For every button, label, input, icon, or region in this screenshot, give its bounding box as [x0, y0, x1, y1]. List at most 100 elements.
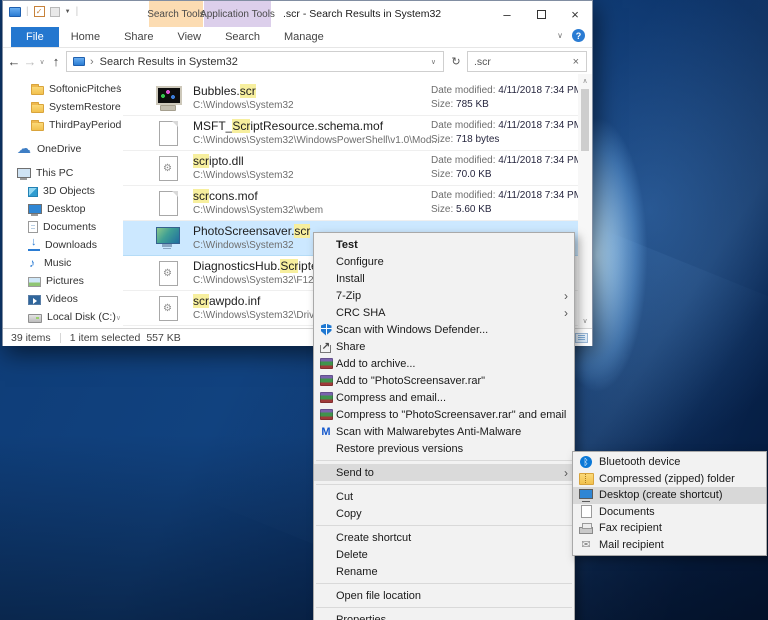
sidebar-item-softonicpitches[interactable]: SoftonicPitches: [3, 80, 123, 98]
sidebar-item-thirdpayperiod[interactable]: ThirdPayPeriod: [3, 116, 123, 134]
maximize-button[interactable]: [524, 1, 558, 27]
tab-home[interactable]: Home: [59, 27, 112, 47]
folder-icon: [31, 122, 44, 131]
scroll-up-icon[interactable]: ∧: [578, 77, 592, 85]
file-row-scripto-dll[interactable]: scripto.dllC:\Windows\System32Date modif…: [123, 151, 578, 186]
file-row-bubbles-scr[interactable]: Bubbles.scrC:\Windows\System32Date modif…: [123, 81, 578, 116]
menu-item-scan-with-malwarebytes-anti-malware[interactable]: Scan with Malwarebytes Anti-Malware: [314, 423, 574, 440]
recent-locations-icon[interactable]: ∨: [37, 49, 47, 74]
tab-view[interactable]: View: [165, 27, 213, 47]
menu-separator: [316, 525, 572, 526]
sendto-item-documents[interactable]: Documents: [573, 504, 766, 521]
doc-icon: [155, 190, 181, 217]
sidebar-item-local-disk-c[interactable]: Local Disk (C:): [3, 308, 123, 326]
sidebar-item-desktop[interactable]: Desktop: [3, 200, 123, 218]
new-folder-quick-icon[interactable]: [50, 7, 60, 17]
file-row-scrcons-mof[interactable]: scrcons.mofC:\Windows\System32\wbemDate …: [123, 186, 578, 221]
expand-ribbon-icon[interactable]: ∨: [557, 31, 563, 40]
sidebar-item-label: This PC: [36, 167, 73, 179]
window-controls: – ×: [490, 1, 592, 27]
menu-item-delete[interactable]: Delete: [314, 546, 574, 563]
minimize-button[interactable]: –: [490, 1, 524, 27]
menu-item-send-to[interactable]: Send to›: [314, 464, 574, 481]
help-icon[interactable]: ?: [572, 29, 585, 42]
menu-icon-spacer: [316, 489, 336, 504]
clear-search-icon[interactable]: ×: [573, 56, 586, 68]
address-bar[interactable]: › Search Results in System32 ∨: [66, 51, 444, 72]
customize-toolbar-caret-icon[interactable]: ▼: [65, 9, 71, 15]
menu-item-test[interactable]: Test: [314, 236, 574, 253]
sidebar-item-documents[interactable]: Documents: [3, 218, 123, 236]
photo-screensaver-icon: [155, 225, 181, 252]
location-icon: [73, 57, 85, 66]
menu-item-7-zip[interactable]: 7-Zip›: [314, 287, 574, 304]
sidebar-item-downloads[interactable]: Downloads: [3, 236, 123, 254]
scroll-down-icon[interactable]: ∨: [578, 317, 592, 325]
tab-share[interactable]: Share: [112, 27, 165, 47]
sendto-item-mail-recipient[interactable]: Mail recipient: [573, 537, 766, 554]
up-button[interactable]: ↑: [48, 49, 64, 74]
menu-item-rename[interactable]: Rename: [314, 563, 574, 580]
bluetooth-icon: [576, 455, 596, 470]
menu-item-compress-to-photoscreensaver-rar-and-email[interactable]: Compress to "PhotoScreensaver.rar" and e…: [314, 406, 574, 423]
size-label: Size:: [431, 169, 456, 180]
maximize-icon: [537, 10, 546, 19]
forward-button[interactable]: →: [23, 49, 37, 74]
menu-item-create-shortcut[interactable]: Create shortcut: [314, 529, 574, 546]
sidebar-item-this-pc[interactable]: This PC: [3, 164, 123, 182]
refresh-icon[interactable]: ↻: [447, 51, 465, 72]
menu-item-compress-and-email[interactable]: Compress and email...: [314, 389, 574, 406]
tab-search[interactable]: Search: [213, 27, 272, 47]
details-view-icon[interactable]: [575, 333, 588, 343]
sidebar-scroll-up-icon[interactable]: ∧: [116, 83, 121, 91]
file-list-scrollbar[interactable]: ∧ ∨: [578, 74, 592, 328]
search-box[interactable]: .scr ×: [467, 51, 587, 72]
search-input[interactable]: .scr: [468, 56, 573, 68]
menu-item-restore-previous-versions[interactable]: Restore previous versions: [314, 440, 574, 457]
scrollbar-thumb[interactable]: [581, 89, 589, 151]
file-row-msft-scriptresource-schema-mof[interactable]: MSFT_ScriptResource.schema.mofC:\Windows…: [123, 116, 578, 151]
breadcrumb[interactable]: Search Results in System32: [100, 56, 238, 68]
sendto-item-compressed-zipped-folder[interactable]: Compressed (zipped) folder: [573, 471, 766, 488]
menu-item-cut[interactable]: Cut: [314, 488, 574, 505]
menu-item-add-to-archive[interactable]: Add to archive...: [314, 355, 574, 372]
search-term-highlight: scr: [294, 224, 310, 238]
breadcrumb-chevron-icon: ›: [90, 56, 94, 68]
close-button[interactable]: ×: [558, 1, 592, 27]
folder-icon: [31, 86, 44, 95]
tab-manage[interactable]: Manage: [272, 27, 336, 47]
menu-item-scan-with-windows-defender[interactable]: Scan with Windows Defender...: [314, 321, 574, 338]
menu-item-share[interactable]: Share: [314, 338, 574, 355]
properties-quick-icon[interactable]: ✓: [34, 6, 45, 17]
file-details: Date modified: 4/11/2018 7:34 PMSize: 78…: [431, 84, 582, 112]
sendto-item-desktop-create-shortcut[interactable]: Desktop (create shortcut): [573, 487, 766, 504]
size-value: 718 bytes: [456, 134, 499, 145]
sidebar-item-onedrive[interactable]: OneDrive: [3, 140, 123, 158]
menu-item-open-file-location[interactable]: Open file location: [314, 587, 574, 604]
sidebar-item-label: Documents: [43, 221, 96, 233]
menu-item-copy[interactable]: Copy: [314, 505, 574, 522]
sidebar-item-systemrestore[interactable]: SystemRestore: [3, 98, 123, 116]
menu-item-configure[interactable]: Configure: [314, 253, 574, 270]
sidebar-item-pictures[interactable]: Pictures: [3, 272, 123, 290]
sidebar-scroll-down-icon[interactable]: ∨: [116, 314, 121, 322]
tab-file[interactable]: File: [11, 27, 59, 47]
menu-item-crc-sha[interactable]: CRC SHA›: [314, 304, 574, 321]
menu-item-properties[interactable]: Properties: [314, 611, 574, 620]
file-name-part: awpdo.inf: [209, 294, 260, 308]
winrar-icon: [316, 407, 336, 422]
sidebar-item-music[interactable]: Music: [3, 254, 123, 272]
back-button[interactable]: ←: [6, 49, 22, 74]
search-term-highlight: scr: [193, 294, 209, 308]
menu-icon-spacer: [316, 288, 336, 303]
menu-item-install[interactable]: Install: [314, 270, 574, 287]
sidebar-item-videos[interactable]: Videos: [3, 290, 123, 308]
sidebar-item-3d-objects[interactable]: 3D Objects: [3, 182, 123, 200]
size-label: Size:: [431, 99, 456, 110]
sendto-item-fax-recipient[interactable]: Fax recipient: [573, 520, 766, 537]
size-value: 5.60 KB: [456, 204, 492, 215]
sendto-item-bluetooth-device[interactable]: Bluetooth device: [573, 454, 766, 471]
doc-gear-icon: [155, 260, 181, 287]
address-dropdown-icon[interactable]: ∨: [431, 58, 436, 66]
menu-item-add-to-photoscreensaver-rar[interactable]: Add to "PhotoScreensaver.rar": [314, 372, 574, 389]
